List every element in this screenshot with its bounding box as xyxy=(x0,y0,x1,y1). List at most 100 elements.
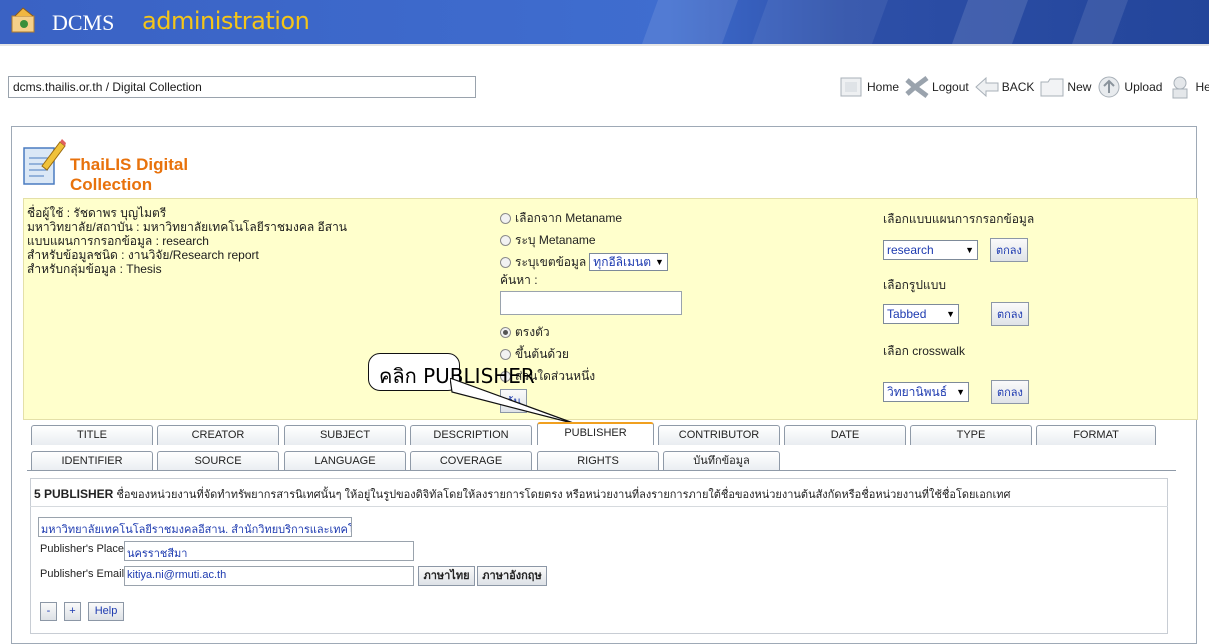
upload-button[interactable]: Upload xyxy=(1095,74,1162,100)
radio-label: เลือกจาก Metaname xyxy=(515,210,622,225)
new-folder-icon xyxy=(1040,78,1064,97)
banner-stripe xyxy=(751,0,889,44)
find-input[interactable] xyxy=(500,291,682,315)
tab-publisher[interactable]: PUBLISHER xyxy=(537,422,654,445)
tab-subject[interactable]: SUBJECT xyxy=(284,425,406,445)
crosswalk-select[interactable]: วิทยานิพนธ์ ▼ xyxy=(883,382,969,402)
user-info: ชื่อผู้ใช้ : รัชดาพร บุญไมตรี มหาวิทยาลั… xyxy=(27,206,347,276)
help-label: Help xyxy=(1195,80,1209,94)
radio-button-selected[interactable] xyxy=(500,326,511,338)
radio-label: ระบุเขตข้อมูล xyxy=(515,254,587,269)
radio-metaname[interactable]: เลือกจาก Metaname xyxy=(500,207,682,229)
radio-scope[interactable]: ระบุเขตข้อมูล ทุกอีลิเมนต ▼ xyxy=(500,251,682,273)
callout-pointer xyxy=(450,378,577,425)
schema-select-value: research xyxy=(887,243,934,257)
remove-field-button[interactable]: - xyxy=(40,602,57,621)
user-datatype: สำหรับข้อมูลชนิด : งานวิจัย/Research rep… xyxy=(27,248,259,262)
tab-identifier[interactable]: IDENTIFIER xyxy=(31,451,153,471)
help-button[interactable]: Help xyxy=(1166,74,1209,100)
location-path-text: / Digital Collection xyxy=(102,80,202,94)
help-field-button[interactable]: Help xyxy=(88,602,124,621)
address-bar-row: dcms.thailis.or.th / Digital Collection … xyxy=(0,44,1209,128)
tab-coverage[interactable]: COVERAGE xyxy=(410,451,532,471)
help-icon xyxy=(1172,76,1188,99)
dropdown-caret-icon: ▼ xyxy=(946,309,955,319)
radio-button[interactable] xyxy=(500,212,511,224)
publisher-heading-desc: ชื่อของหน่วยงานที่จัดทำทรัพยากรสารนิเทศน… xyxy=(116,489,1011,501)
new-label: New xyxy=(1067,80,1092,94)
tab-creator[interactable]: CREATOR xyxy=(157,425,279,445)
publisher-email-label: Publisher's Email xyxy=(40,568,125,580)
radio-button[interactable] xyxy=(500,348,511,360)
logout-button[interactable]: Logout xyxy=(903,74,969,100)
english-language-button[interactable]: ภาษาอังกฤษ xyxy=(477,566,547,586)
radio-starts-with[interactable]: ขึ้นต้นด้วย xyxy=(500,343,682,365)
notepad-pencil-icon xyxy=(23,139,66,185)
user-schema: แบบแผนการกรอกข้อมูล : research xyxy=(27,234,209,248)
tab-date[interactable]: DATE xyxy=(784,425,906,445)
tab-description[interactable]: DESCRIPTION xyxy=(410,425,532,445)
user-datagroup: สำหรับกลุ่มข้อมูล : Thesis xyxy=(27,262,162,276)
back-label: BACK xyxy=(1001,80,1035,94)
location-host[interactable]: dcms.thailis.or.th xyxy=(13,80,102,94)
radio-label: ขึ้นต้นด้วย xyxy=(515,346,569,361)
tab-contributor[interactable]: CONTRIBUTOR xyxy=(658,425,780,445)
schema-ok-button[interactable]: ตกลง xyxy=(990,238,1028,262)
tab-divider xyxy=(27,470,1176,471)
banner-stripe xyxy=(951,0,1029,44)
dropdown-caret-icon: ▼ xyxy=(655,257,664,267)
dropdown-caret-icon: ▼ xyxy=(956,387,965,397)
tab-source[interactable]: SOURCE xyxy=(157,451,279,471)
tab-format[interactable]: FORMAT xyxy=(1036,425,1156,445)
schema-select[interactable]: research ▼ xyxy=(883,240,978,260)
callout-annotation: คลิก PUBLISHER xyxy=(368,353,535,391)
section-divider xyxy=(30,506,1168,507)
scope-select-value: ทุกอีลิเมนต xyxy=(593,254,652,269)
tab-rights[interactable]: RIGHTS xyxy=(537,451,659,471)
add-field-button[interactable]: + xyxy=(64,602,81,621)
thailis-brand: ThaiLIS Digital Collection xyxy=(20,136,270,194)
format-select[interactable]: Tabbed ▼ xyxy=(883,304,959,324)
tab-save-record[interactable]: บันทึกข้อมูล xyxy=(663,451,780,471)
find-label: ค้นหา : xyxy=(500,273,538,287)
format-label: เลือกรูปแบบ xyxy=(883,278,946,292)
user-name: ชื่อผู้ใช้ : รัชดาพร บุญไมตรี xyxy=(27,206,167,220)
upload-icon xyxy=(1098,76,1120,98)
radio-label: ตรงตัว xyxy=(515,324,550,339)
banner-subtitle: administration xyxy=(142,7,310,35)
top-banner: DCMS administration xyxy=(0,0,1209,44)
publisher-heading: 5 PUBLISHER ชื่อของหน่วยงานที่จัดทำทรัพย… xyxy=(34,485,1010,503)
format-ok-button[interactable]: ตกลง xyxy=(991,302,1029,326)
publisher-name-input[interactable]: มหาวิทยาลัยเทคโนโลยีราชมงคลอีสาน. สำนักว… xyxy=(38,517,352,537)
scope-select[interactable]: ทุกอีลิเมนต ▼ xyxy=(589,253,668,271)
schema-label: เลือกแบบแผนการกรอกข้อมูล xyxy=(883,212,1035,226)
publisher-place-label: Publisher's Place xyxy=(40,543,125,555)
radio-label: ระบุ Metaname xyxy=(515,232,596,247)
radio-exact[interactable]: ตรงตัว xyxy=(500,321,682,343)
radio-button[interactable] xyxy=(500,256,511,268)
home-button[interactable]: Home xyxy=(838,74,899,100)
crosswalk-ok-button[interactable]: ตกลง xyxy=(991,380,1029,404)
new-button[interactable]: New xyxy=(1038,74,1091,100)
radio-specify-metaname[interactable]: ระบุ Metaname xyxy=(500,229,682,251)
tab-title[interactable]: TITLE xyxy=(31,425,153,445)
logout-label: Logout xyxy=(932,80,969,94)
user-institution: มหาวิทยาลัย/สถาบัน : มหาวิทยาลัยเทคโนโลย… xyxy=(27,220,348,234)
format-select-value: Tabbed xyxy=(887,307,927,321)
radio-button[interactable] xyxy=(500,234,511,246)
brand-title: ThaiLIS Digital Collection xyxy=(70,155,189,194)
publisher-heading-number: 5 PUBLISHER xyxy=(34,487,114,501)
banner-stripe xyxy=(641,0,739,44)
crosswalk-select-value: วิทยานิพนธ์ xyxy=(887,384,948,399)
thai-language-button[interactable]: ภาษาไทย xyxy=(418,566,475,586)
upload-label: Upload xyxy=(1124,80,1163,94)
publisher-place-input[interactable]: นครราชสีมา xyxy=(124,541,414,561)
tab-language[interactable]: LANGUAGE xyxy=(284,451,406,471)
tab-type[interactable]: TYPE xyxy=(910,425,1032,445)
publisher-email-input[interactable]: kitiya.ni@rmuti.ac.th xyxy=(124,566,414,586)
back-button[interactable]: BACK xyxy=(973,74,1035,100)
crosswalk-label: เลือก crosswalk xyxy=(883,344,965,358)
dropdown-caret-icon: ▼ xyxy=(965,245,974,255)
home-icon xyxy=(840,77,862,97)
home-label: Home xyxy=(867,80,900,94)
